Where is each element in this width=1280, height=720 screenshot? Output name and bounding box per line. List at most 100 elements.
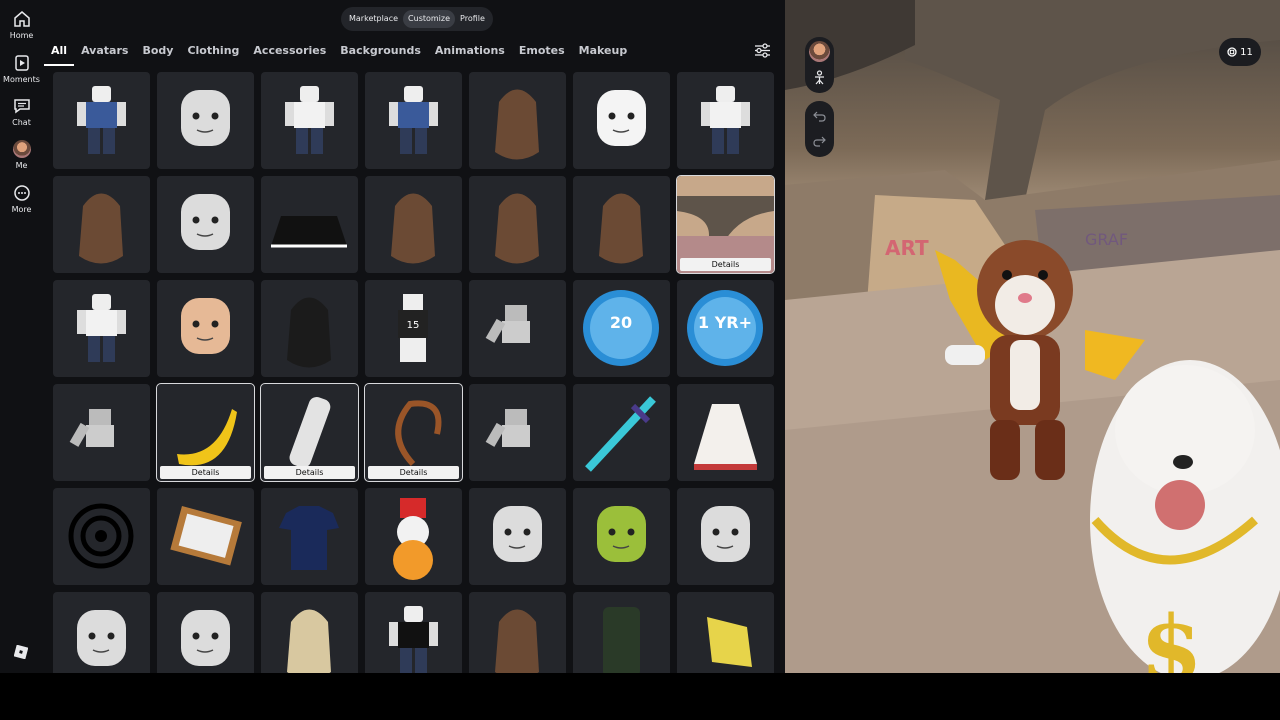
item-thumbnail [287,609,331,673]
item-face-anime-skin[interactable] [157,280,254,377]
avatar [12,140,31,158]
jersey-number: 15 [407,320,420,331]
item-thumbnail [389,86,438,154]
details-button[interactable]: Details [264,466,355,479]
svg-text:ART: ART [885,236,929,260]
category-accessories[interactable]: Accessories [246,40,333,64]
svg-text:GRAF: GRAF [1085,230,1128,249]
nav-chat[interactable]: Chat [0,97,43,127]
item-thumbnail [599,193,643,264]
item-face-pale-mask[interactable] [573,72,670,169]
item-skirt-black-white[interactable] [261,176,358,273]
nav-me-label: Me [15,161,28,170]
nav-moments-label: Moments [3,75,40,84]
item-head-pale[interactable] [469,488,566,585]
item-thumbnail [181,194,230,250]
item-face-smirk[interactable] [157,72,254,169]
tab-marketplace[interactable]: Marketplace [344,10,403,28]
item-face-anime-eyes[interactable] [157,176,254,273]
item-thumbnail [77,86,126,154]
item-outfit-dark-green[interactable] [573,592,670,673]
category-animations[interactable]: Animations [428,40,512,64]
moments-icon [14,55,29,71]
item-avatar-white-girl[interactable] [677,72,774,169]
category-avatars[interactable]: Avatars [74,40,135,64]
item-thumbnail [493,506,542,562]
item-banana[interactable]: Details [156,383,255,482]
item-tail-brown[interactable]: Details [364,383,463,482]
item-head-bald[interactable] [157,592,254,673]
category-backgrounds[interactable]: Backgrounds [333,40,428,64]
item-hair-back-brown[interactable] [573,176,670,273]
item-animation-pose-2[interactable] [53,384,150,481]
avatar-thumb[interactable] [809,41,830,62]
item-shirt-striped-avatar[interactable] [53,280,150,377]
details-button[interactable]: Details [680,258,771,271]
category-makeup[interactable]: Makeup [572,40,635,64]
item-thumbnail [181,610,230,666]
item-hair-blonde[interactable] [261,592,358,673]
item-head-alien[interactable] [573,488,670,585]
item-animation-pose-1[interactable] [469,280,566,377]
item-hair-messy-brown[interactable] [469,592,566,673]
undo-icon[interactable] [813,110,826,123]
app-window: Home Moments Chat Me More Marketplace Cu… [0,0,1280,673]
item-avatar-jacket-jeans[interactable] [53,72,150,169]
item-arm-bandage[interactable]: Details [260,383,359,482]
item-avatar-white-shirt[interactable] [261,72,358,169]
category-emotes[interactable]: Emotes [512,40,572,64]
item-background-skatepark[interactable]: Details [676,175,775,274]
tab-customize[interactable]: Customize [403,10,456,28]
item-thumbnail [495,193,539,264]
category-clothing[interactable]: Clothing [180,40,246,64]
item-face-angry[interactable] [677,488,774,585]
category-all[interactable]: All [44,40,75,66]
item-avatar-blue-vest[interactable] [365,72,462,169]
nav-more[interactable]: More [0,184,43,214]
robux-balance[interactable]: 11 [1219,38,1261,66]
item-jersey-15[interactable]: 15 [365,280,462,377]
item-snowman-hat[interactable] [365,488,462,585]
item-hair-long-black[interactable] [261,280,358,377]
nav-rail: Home Moments Chat Me More [0,0,43,673]
item-hair-bun-brown[interactable] [469,72,566,169]
nav-me[interactable]: Me [0,140,43,170]
item-tshirt-hunt[interactable] [261,488,358,585]
item-face-classic[interactable] [53,592,150,673]
details-button[interactable]: Details [368,466,459,479]
item-sword-blue[interactable] [573,384,670,481]
item-decal-spiral[interactable] [53,488,150,585]
item-thumbnail [77,610,126,666]
item-thumbnail [287,297,331,368]
item-shirt-black-white[interactable] [365,592,462,673]
details-button[interactable]: Details [160,466,251,479]
item-frame-picture[interactable] [157,488,254,585]
item-hair-straight-brown[interactable] [469,176,566,273]
item-accessory-yellow[interactable] [677,592,774,673]
badge-text: 20 [610,313,632,332]
item-hair-wavy-brown[interactable] [365,176,462,273]
accessibility-icon[interactable] [812,70,827,85]
item-badge-1-yr[interactable]: 1 YR+ [677,280,774,377]
chat-icon [13,99,30,114]
item-animation-pose-3[interactable] [469,384,566,481]
history-controls [805,101,834,157]
roblox-logo-icon[interactable] [14,645,28,659]
item-grid: Details 15 20 1 YR+ Details Details Details [53,72,775,673]
category-body[interactable]: Body [135,40,180,64]
filter-icon[interactable] [754,43,771,58]
item-dress-white-red[interactable] [677,384,774,481]
item-thumbnail [181,298,230,354]
redo-icon[interactable] [813,135,826,148]
item-thumbnail [585,396,656,472]
item-thumbnail [285,86,334,154]
nav-home[interactable]: Home [0,10,43,40]
item-hair-long-brown[interactable] [53,176,150,273]
nav-moments[interactable]: Moments [0,54,43,84]
avatar-controls [805,37,834,93]
tab-profile[interactable]: Profile [455,10,490,28]
item-thumbnail [170,506,242,566]
item-badge-20[interactable]: 20 [573,280,670,377]
avatar-preview[interactable]: ART GRAF $ [785,0,1280,673]
item-thumbnail [485,409,530,447]
